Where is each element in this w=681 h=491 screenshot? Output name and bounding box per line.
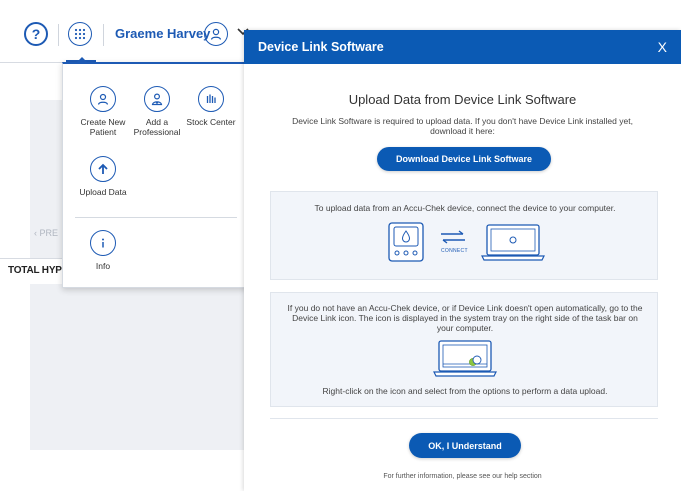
connect-arrows-icon bbox=[441, 230, 465, 244]
connect-label: CONNECT bbox=[441, 248, 468, 254]
menu-item-label: Create New Patient bbox=[80, 117, 126, 137]
menu-item-label: Stock Center bbox=[186, 117, 236, 127]
menu-divider bbox=[75, 217, 237, 218]
menu-item-info[interactable]: Info bbox=[73, 230, 133, 271]
right-click-instruction: Right-click on the icon and select from … bbox=[322, 386, 608, 396]
separator bbox=[103, 24, 104, 46]
menu-item-stock-center[interactable]: Stock Center bbox=[181, 86, 241, 127]
menu-item-upload-data[interactable]: Upload Data bbox=[73, 156, 133, 197]
intro-text: Device Link Software is required to uplo… bbox=[292, 116, 633, 136]
total-hypo-header: TOTAL HYP bbox=[8, 265, 62, 276]
stock-icon bbox=[198, 86, 224, 112]
device-link-modal: Device Link Software X Upload Data from … bbox=[244, 30, 681, 491]
app-screen: ‹ PRE TOTAL HYP ? Graeme Harvey Create N… bbox=[0, 0, 681, 491]
avatar[interactable] bbox=[204, 22, 228, 46]
help-icon: ? bbox=[31, 26, 41, 42]
menu-item-label: Add a Professional bbox=[133, 117, 181, 137]
user-add-icon bbox=[90, 86, 116, 112]
user-name[interactable]: Graeme Harvey bbox=[115, 26, 210, 41]
info-icon bbox=[90, 230, 116, 256]
tray-instruction: If you do not have an Accu-Chek device, … bbox=[287, 303, 643, 333]
modal-divider bbox=[270, 418, 658, 419]
help-footer: For further information, please see our … bbox=[383, 473, 542, 480]
top-bar: ? Graeme Harvey bbox=[0, 0, 260, 62]
glucose-meter-icon bbox=[388, 222, 424, 262]
professional-icon bbox=[144, 86, 170, 112]
connect-device-panel: To upload data from an Accu-Chek device,… bbox=[270, 191, 658, 280]
connect-instruction: To upload data from an Accu-Chek device,… bbox=[314, 203, 616, 213]
modal-header: Device Link Software X bbox=[244, 30, 681, 64]
close-icon[interactable]: X bbox=[658, 39, 667, 55]
previous-link[interactable]: ‹ PRE bbox=[34, 228, 58, 238]
help-button[interactable]: ? bbox=[24, 22, 48, 46]
separator bbox=[58, 24, 59, 46]
ok-understand-button[interactable]: OK, I Understand bbox=[409, 433, 521, 458]
modal-heading: Upload Data from Device Link Software bbox=[348, 92, 577, 107]
chevron-left-icon: ‹ bbox=[34, 228, 37, 238]
upload-icon bbox=[90, 156, 116, 182]
download-device-link-button[interactable]: Download Device Link Software bbox=[377, 147, 551, 171]
laptop-icon bbox=[481, 224, 545, 261]
grid-icon bbox=[74, 28, 86, 40]
dropdown-caret bbox=[76, 57, 88, 63]
laptop-tray-icon bbox=[433, 340, 497, 377]
menu-item-label: Upload Data bbox=[79, 187, 127, 197]
modal-title: Device Link Software bbox=[258, 40, 384, 54]
menu-item-create-patient[interactable]: Create New Patient bbox=[73, 86, 133, 137]
apps-dropdown: Create New Patient Add a Professional St… bbox=[62, 57, 248, 288]
user-icon bbox=[210, 28, 222, 40]
apps-menu-button[interactable] bbox=[68, 22, 92, 46]
tray-icon-panel: If you do not have an Accu-Chek device, … bbox=[270, 292, 658, 407]
menu-item-add-professional[interactable]: Add a Professional bbox=[127, 86, 187, 137]
menu-item-label: Info bbox=[95, 261, 111, 271]
